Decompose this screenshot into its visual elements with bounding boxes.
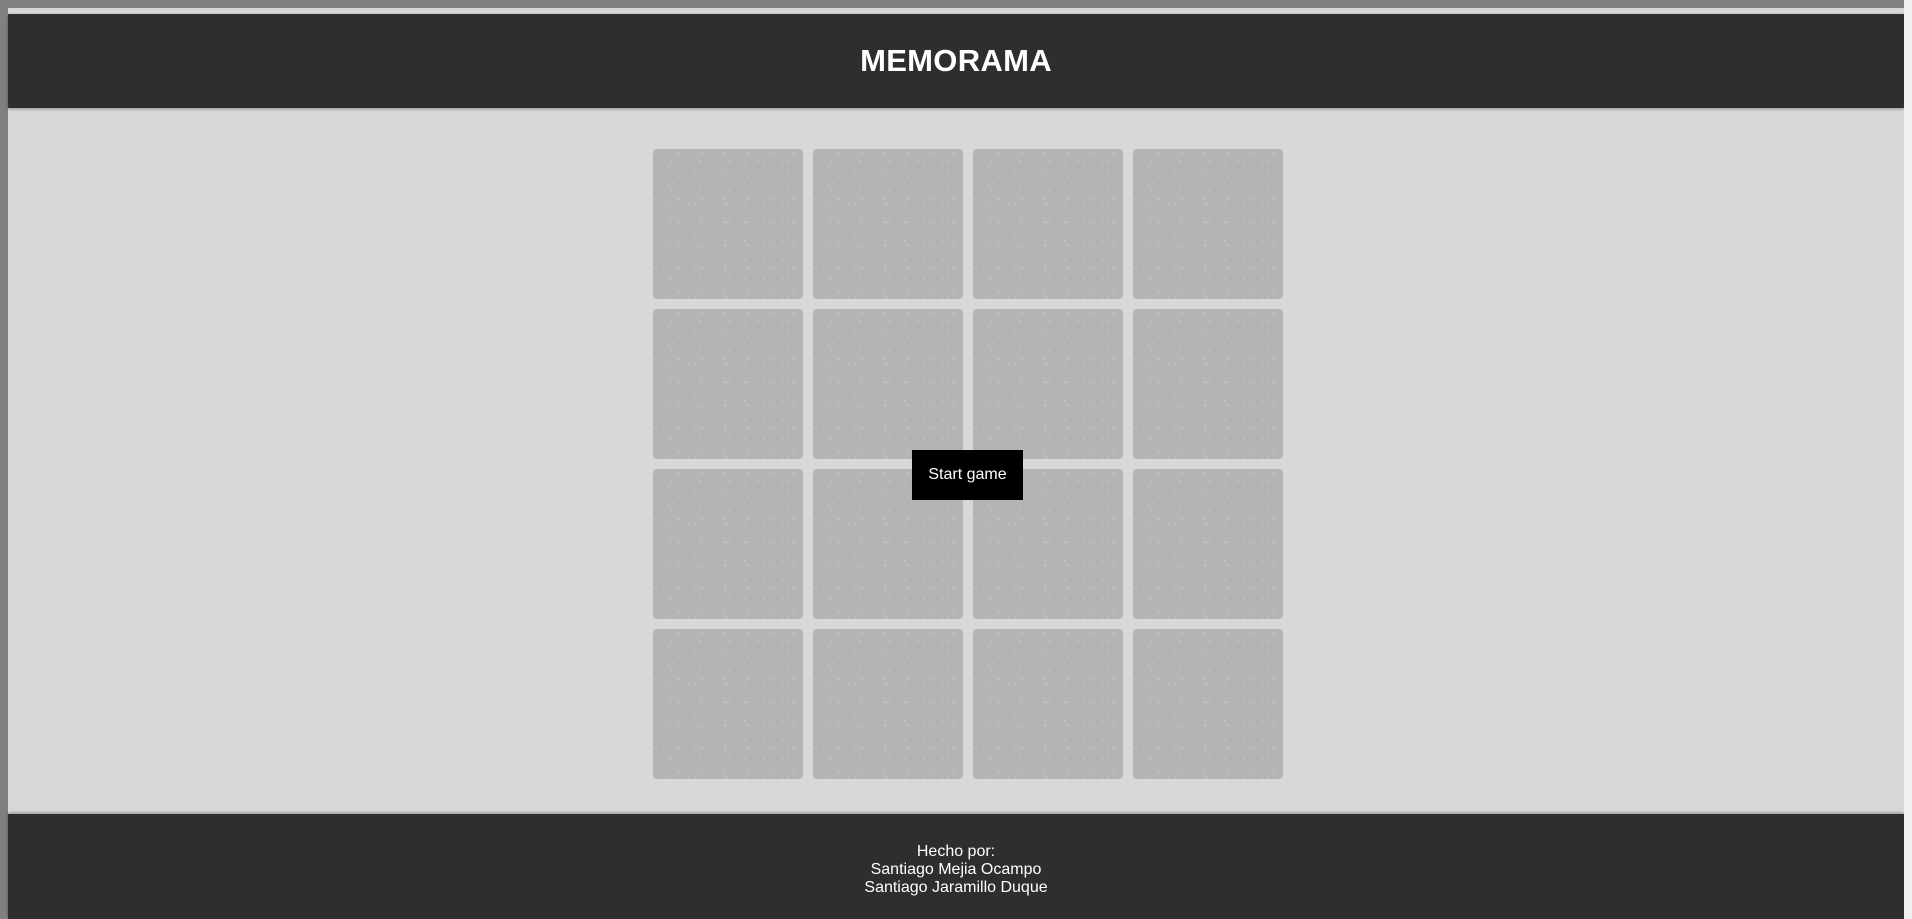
memory-card[interactable] [653, 629, 803, 779]
memory-card[interactable] [813, 149, 963, 299]
author-name: Santiago Mejia Ocampo [870, 861, 1042, 878]
made-by-label: Hecho por: [916, 843, 996, 860]
memory-card[interactable] [973, 309, 1123, 459]
start-game-button[interactable]: Start game [912, 450, 1023, 500]
memory-card[interactable] [653, 469, 803, 619]
footer: Hecho por: Santiago Mejia Ocampo Santiag… [8, 814, 1904, 919]
page-title: MEMORAMA [860, 43, 1052, 78]
memory-card[interactable] [1133, 149, 1283, 299]
memory-card[interactable] [1133, 309, 1283, 459]
memory-card[interactable] [813, 629, 963, 779]
memory-card[interactable] [1133, 469, 1283, 619]
header: MEMORAMA [8, 14, 1904, 108]
memory-card[interactable] [1133, 629, 1283, 779]
memory-card[interactable] [973, 149, 1123, 299]
window-edge [1904, 0, 1912, 919]
memory-card[interactable] [653, 309, 803, 459]
browser-viewport: MEMORAMA Start game Hecho por: Santiago … [0, 0, 1912, 919]
memory-card[interactable] [973, 629, 1123, 779]
author-name: Santiago Jaramillo Duque [864, 879, 1048, 896]
memory-card[interactable] [653, 149, 803, 299]
page: MEMORAMA Start game Hecho por: Santiago … [8, 8, 1904, 919]
memory-card[interactable] [813, 309, 963, 459]
